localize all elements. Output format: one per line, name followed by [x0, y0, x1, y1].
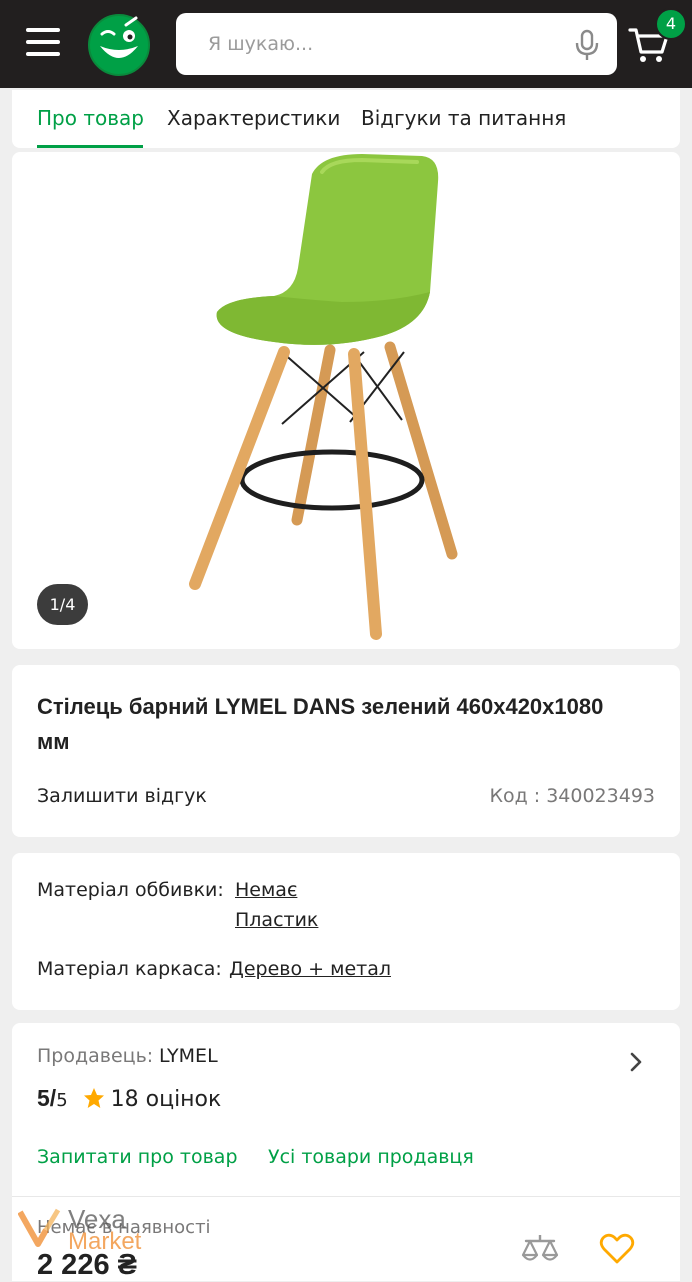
cart-count-badge: 4	[655, 8, 687, 40]
microphone-icon[interactable]	[573, 29, 601, 61]
tab-characteristics[interactable]: Характеристики	[167, 106, 340, 130]
upholstery-value-plastic[interactable]: Пластик	[235, 909, 318, 931]
rating-of: 5	[56, 1090, 68, 1111]
product-tabs: Про товар Характеристики Відгуки та пита…	[12, 90, 680, 148]
watermark: Vexa Market	[18, 1204, 178, 1256]
tab-about[interactable]: Про товар	[37, 106, 144, 130]
frame-value[interactable]: Дерево + метал	[229, 958, 391, 980]
specs-card: Матеріал оббивки: Немає Пластик Матеріал…	[12, 853, 680, 1010]
upholstery-value-none[interactable]: Немає	[235, 879, 297, 901]
ask-about-product-link[interactable]: Запитати про товар	[37, 1146, 238, 1168]
watermark-logo-icon	[18, 1208, 61, 1247]
heart-icon[interactable]	[599, 1233, 635, 1265]
search-box[interactable]	[176, 13, 617, 75]
leave-review-link[interactable]: Залишити відгук	[37, 785, 207, 807]
seller-label: Продавець:	[37, 1045, 154, 1067]
frame-label: Матеріал каркаса:	[37, 958, 222, 980]
star-icon	[83, 1088, 104, 1108]
product-gallery[interactable]: 1/4	[12, 152, 680, 649]
rating-count: 18 оцінок	[110, 1087, 222, 1112]
seller-card: Продавець: LYMEL 5/5 18 оцінок Запитати …	[12, 1023, 680, 1198]
active-tab-underline	[37, 145, 143, 148]
menu-icon[interactable]	[22, 26, 64, 62]
chevron-right-icon[interactable]	[626, 1050, 646, 1074]
product-image	[189, 154, 458, 640]
upholstery-label: Матеріал оббивки:	[37, 879, 224, 901]
watermark-text-market: Market	[68, 1228, 142, 1255]
compare-icon[interactable]	[520, 1231, 560, 1267]
seller-name[interactable]: LYMEL	[159, 1045, 218, 1067]
rating-value: 5/	[37, 1085, 57, 1111]
search-input[interactable]	[206, 27, 560, 61]
top-bar: 4	[0, 0, 692, 88]
product-title: Стілець барний LYMEL DANS зелений 460x42…	[37, 694, 604, 754]
seller-rating: 5/5 18 оцінок	[37, 1085, 221, 1112]
product-code: Код : 340023493	[489, 785, 655, 807]
product-info-card: Стілець барний LYMEL DANS зелений 460x42…	[12, 665, 680, 837]
all-seller-goods-link[interactable]: Усі товари продавця	[268, 1146, 474, 1168]
logo-icon[interactable]	[86, 12, 152, 76]
tab-reviews[interactable]: Відгуки та питання	[361, 106, 566, 130]
gallery-counter: 1/4	[37, 584, 88, 625]
